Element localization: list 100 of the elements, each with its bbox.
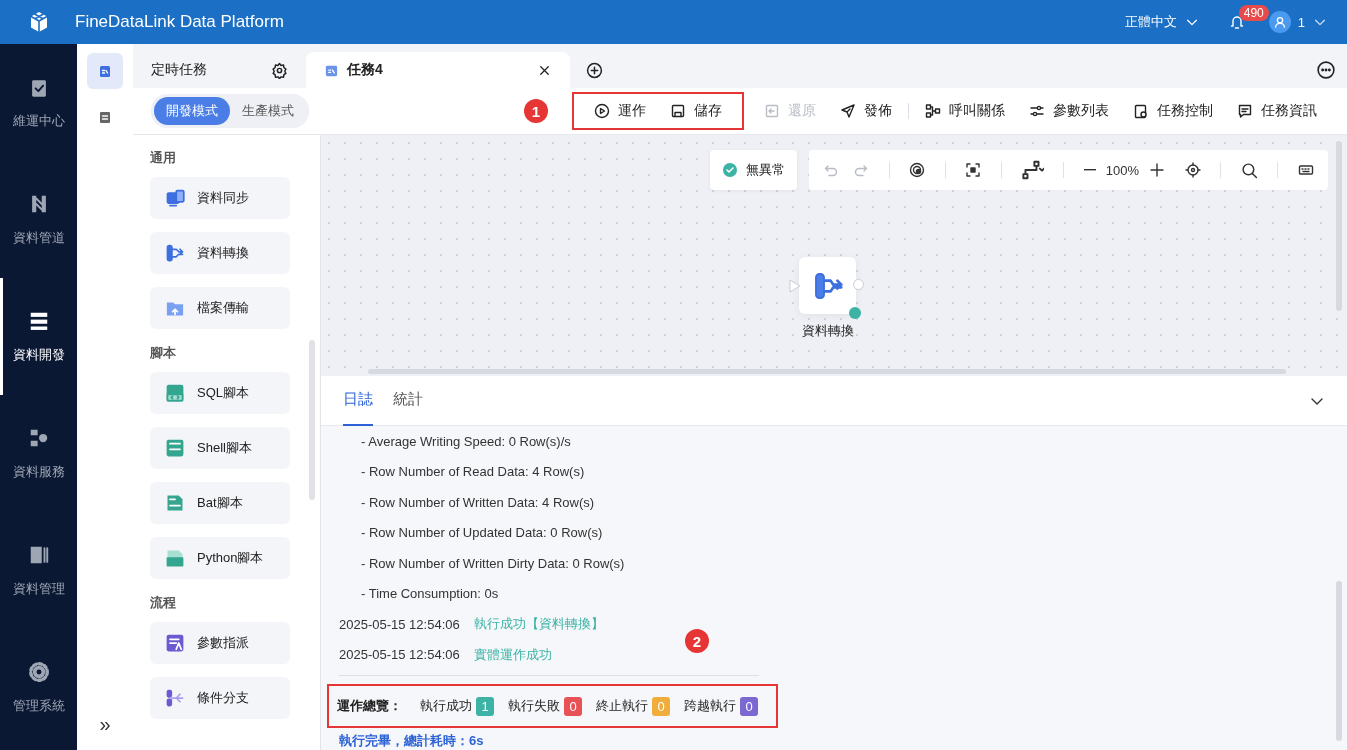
- log-line: - Row Number of Written Dirty Data: 0 Row(s): [361, 555, 625, 571]
- palette-item[interactable]: 資料轉換: [150, 232, 290, 274]
- input-port: [789, 279, 801, 293]
- result-message: 執行完畢，總計耗時：6s: [339, 732, 485, 750]
- scrollbar[interactable]: [368, 369, 1286, 374]
- save-icon: [670, 103, 686, 119]
- stat-label: 執行失敗: [508, 697, 560, 715]
- toolbar-button[interactable]: 參數列表: [1017, 96, 1121, 126]
- branch-icon: [165, 688, 185, 708]
- toolbar-button[interactable]: 呼叫關係: [913, 96, 1017, 126]
- keyboard-icon: [1297, 162, 1314, 178]
- sync-icon: [165, 188, 185, 208]
- section-heading: 腳本: [150, 344, 177, 362]
- avatar[interactable]: [1268, 11, 1291, 33]
- log-line: - Row Number of Read Data: 4 Row(s): [361, 464, 585, 480]
- file-icon: [165, 493, 185, 513]
- script-icon: [165, 383, 185, 403]
- status-dot: [849, 307, 861, 319]
- count-badge: 1: [476, 696, 494, 716]
- transform-node[interactable]: [799, 257, 856, 314]
- toolbar-button[interactable]: 儲存: [658, 96, 734, 126]
- scrollbar[interactable]: [309, 340, 315, 500]
- message-icon: [1237, 103, 1253, 119]
- section-heading: 通用: [150, 149, 177, 167]
- palette-item[interactable]: 資料同步: [150, 177, 290, 219]
- sidebar-item[interactable]: 資料管理: [0, 512, 77, 629]
- connector-icon: [1021, 159, 1044, 181]
- notification-badge: 490: [1238, 5, 1269, 21]
- clipboard-gear-icon: [1133, 103, 1149, 119]
- log-timestamp: 2025-05-15 12:54:06: [339, 616, 460, 632]
- clipboard-icon: [97, 109, 113, 125]
- sidebar-tab[interactable]: [87, 53, 123, 89]
- palette-item[interactable]: Shell腳本: [150, 427, 290, 469]
- sidebar-item[interactable]: 資料服務: [0, 395, 77, 512]
- count-badge: 0: [652, 696, 670, 716]
- transform-icon: [165, 243, 185, 263]
- sidebar-item[interactable]: 資料管道: [0, 161, 77, 278]
- parameter-icon: [165, 633, 185, 653]
- search-icon: [1240, 161, 1258, 179]
- expand-button[interactable]: »: [99, 713, 111, 736]
- plus-icon: [1149, 162, 1165, 178]
- settings-icon: [27, 660, 50, 683]
- toolbar-button[interactable]: 任務控制: [1121, 96, 1225, 126]
- sidebar-item[interactable]: 管理系統: [0, 629, 77, 746]
- minus-icon: [1083, 169, 1096, 171]
- restore-icon: [764, 103, 780, 119]
- palette-item[interactable]: Bat腳本: [150, 482, 290, 524]
- panel-tab[interactable]: 日誌: [343, 375, 373, 426]
- person-icon: [1272, 15, 1287, 29]
- log-line: - Time Consumption: 0s: [361, 586, 499, 602]
- file-icon: [165, 548, 185, 568]
- bell-icon: [1228, 14, 1245, 30]
- crosshair-icon: [1184, 162, 1201, 178]
- palette-item[interactable]: 檔案傳輸: [150, 287, 290, 329]
- log-timestamp: 2025-05-15 12:54:06: [339, 647, 460, 663]
- stat-label: 終止執行: [596, 697, 648, 715]
- stat-label: 跨越執行: [684, 697, 736, 715]
- play-icon: [594, 103, 610, 119]
- user-menu[interactable]: 1: [1297, 14, 1327, 30]
- app-title: FineDataLink Data Platform: [75, 12, 285, 32]
- log-line: - Row Number of Updated Data: 0 Row(s): [361, 525, 603, 541]
- toolbar-button[interactable]: 發佈: [828, 96, 904, 126]
- language-selector[interactable]: 正體中文: [1124, 13, 1199, 31]
- node-label: 資料轉換: [801, 322, 854, 340]
- palette-item[interactable]: 條件分支: [150, 677, 290, 719]
- section-heading: 流程: [150, 594, 177, 612]
- stat-label: 執行成功: [420, 697, 472, 715]
- fit-screen-icon: [965, 162, 982, 178]
- summary-label: 運作總覽：: [337, 697, 402, 715]
- palette-item[interactable]: 參數指派: [150, 622, 290, 664]
- log-line: - Row Number of Written Data: 4 Row(s): [361, 494, 595, 510]
- count-badge: 0: [740, 696, 758, 716]
- sliders-icon: [1029, 103, 1045, 119]
- palette-item[interactable]: Python腳本: [150, 537, 290, 579]
- count-badge: 0: [564, 696, 582, 716]
- paper-plane-icon: [840, 103, 856, 119]
- check-circle-icon: [722, 162, 738, 178]
- panel-tab[interactable]: 統計: [393, 375, 423, 426]
- scrollbar[interactable]: [1336, 141, 1342, 311]
- palette-item[interactable]: SQL腳本: [150, 372, 290, 414]
- log-message: 實體運作成功: [473, 645, 552, 664]
- toolbar-button[interactable]: 任務資訊: [1225, 96, 1329, 126]
- log-message: 執行成功【資料轉換】: [473, 615, 604, 634]
- plus-circle-icon: [586, 61, 603, 79]
- radar-icon: [909, 162, 926, 178]
- status-indicator: 無異常: [710, 150, 797, 190]
- mode-option[interactable]: 生產模式: [230, 97, 306, 125]
- settings-icon: [271, 61, 288, 79]
- editor-tab[interactable]: 定時任務: [133, 52, 306, 88]
- annotation-marker: 1: [524, 99, 548, 123]
- mode-option[interactable]: 開發模式: [154, 97, 230, 125]
- sidebar-item[interactable]: 維運中心: [0, 44, 77, 161]
- scrollbar[interactable]: [1336, 581, 1342, 741]
- zoom-level: 100%: [1105, 162, 1139, 178]
- toolbar-button[interactable]: 運作: [582, 96, 658, 126]
- more-icon: [1317, 61, 1335, 79]
- annotation-marker: 2: [685, 629, 709, 653]
- log-line: - Average Writing Speed: 0 Row(s)/s: [361, 433, 571, 449]
- calendar-icon: [97, 63, 113, 79]
- editor-tab[interactable]: 任務4: [306, 52, 570, 88]
